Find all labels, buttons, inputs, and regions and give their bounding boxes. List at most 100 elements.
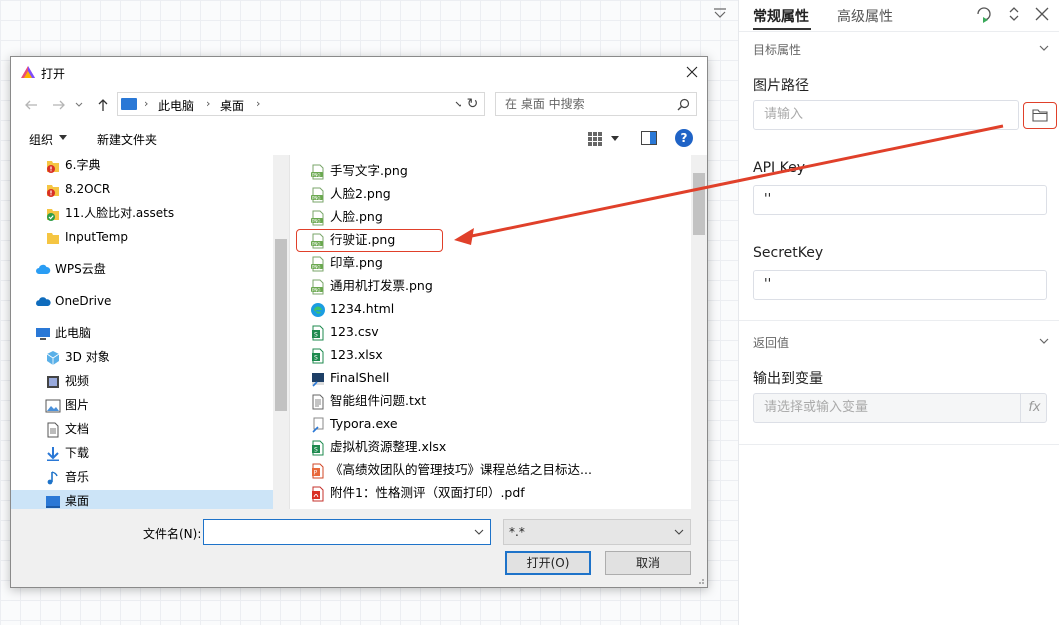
nav-item-label: 音乐	[65, 470, 90, 484]
breadcrumb-this-pc[interactable]: 此电脑	[158, 97, 194, 114]
nav-item-label: WPS云盘	[55, 262, 106, 276]
collapse-expand-icon[interactable]	[1005, 5, 1023, 23]
caret-down-icon[interactable]	[59, 135, 67, 141]
nav-item[interactable]: InputTemp	[11, 226, 273, 248]
file-name: 人脸2.png	[330, 186, 391, 201]
nav-item[interactable]: 此电脑	[11, 322, 273, 344]
3d-objects-icon	[45, 350, 61, 365]
csv-file-icon: S	[310, 325, 326, 341]
nav-item[interactable]: 3D 对象	[11, 346, 273, 368]
nav-item[interactable]: WPS云盘	[11, 258, 273, 280]
svg-text:PNG: PNG	[312, 264, 321, 269]
nav-item[interactable]: 音乐	[11, 466, 273, 488]
search-input[interactable]: 在 桌面 中搜索	[495, 92, 697, 116]
synced-folder-icon	[45, 206, 61, 221]
address-bar[interactable]: › 此电脑 › 桌面 ›	[117, 92, 471, 116]
computer-icon	[35, 326, 51, 340]
chevron-down-icon[interactable]	[1038, 335, 1050, 347]
nav-item-label: 文档	[65, 422, 90, 436]
close-icon[interactable]	[679, 59, 705, 85]
nav-item[interactable]: 视频	[11, 370, 273, 392]
close-panel-icon[interactable]	[1033, 5, 1051, 23]
xlsx-file-icon: S	[310, 348, 326, 364]
view-grid-icon[interactable]	[587, 131, 603, 147]
xlsx-file-icon: S	[310, 440, 326, 456]
dialog-title: 打开	[41, 67, 66, 81]
output-variable-label: 输出到变量	[753, 371, 823, 387]
organize-menu[interactable]: 组织	[29, 131, 53, 148]
return-section-title: 返回值	[753, 336, 790, 350]
properties-panel: 常规属性 高级属性 目标属性 图片路径 请输入 API Key '' Secre…	[738, 0, 1059, 625]
file-name: 1234.html	[330, 301, 395, 316]
nav-pane-scroll-thumb[interactable]	[275, 239, 287, 411]
preview-pane-icon[interactable]	[641, 131, 657, 145]
up-arrow-icon[interactable]	[95, 97, 111, 113]
output-variable-input[interactable]: 请选择或输入变量	[753, 393, 1047, 423]
chevron-down-icon[interactable]	[674, 528, 684, 536]
nav-item-label: 6.字典	[65, 158, 101, 172]
help-icon[interactable]: ?	[675, 129, 693, 147]
file-name: 人脸.png	[330, 209, 383, 224]
svg-text:S: S	[314, 355, 318, 362]
cloud-icon	[35, 262, 51, 276]
nav-item[interactable]: OneDrive	[11, 290, 273, 312]
pdf-file-icon	[310, 486, 326, 502]
section-divider	[739, 444, 1059, 445]
search-icon	[677, 98, 690, 111]
run-step-icon[interactable]	[975, 5, 993, 23]
nav-item[interactable]: 文档	[11, 418, 273, 440]
nav-item[interactable]: 6.字典	[11, 155, 273, 176]
folder-icon	[45, 230, 61, 244]
open-file-dialog: 打开 › 此电脑 › 桌面 › ↻ 在 桌面 中搜索 组织 新建文件夹 ? 6.…	[10, 56, 708, 588]
caret-down-icon[interactable]	[611, 136, 619, 142]
svg-text:PNG: PNG	[312, 195, 321, 200]
breadcrumb-separator: ›	[206, 97, 211, 110]
computer-icon	[121, 98, 137, 110]
secret-key-input[interactable]: ''	[753, 270, 1047, 300]
image-path-input[interactable]: 请输入	[753, 100, 1019, 130]
api-key-input[interactable]: ''	[753, 185, 1047, 215]
edge-html-icon	[310, 302, 326, 318]
tab-general-properties[interactable]: 常规属性	[753, 6, 809, 26]
file-name: FinalShell	[330, 370, 390, 385]
fx-formula-button[interactable]: fx	[1020, 394, 1048, 422]
breadcrumb-separator: ›	[144, 97, 149, 110]
chevron-down-icon[interactable]	[474, 528, 484, 536]
nav-item[interactable]: 图片	[11, 394, 273, 416]
back-arrow-icon[interactable]	[23, 97, 39, 113]
nav-item-label: 桌面	[65, 494, 90, 508]
file-name: 印章.png	[330, 255, 383, 270]
nav-item-label: 图片	[65, 398, 90, 412]
file-list-scroll-thumb[interactable]	[693, 173, 705, 235]
dialog-titlebar[interactable]: 打开	[11, 57, 707, 87]
navigation-bar: › 此电脑 › 桌面 › ↻ 在 桌面 中搜索	[11, 87, 707, 123]
chevron-down-icon[interactable]	[712, 6, 728, 20]
chevron-down-icon[interactable]	[1038, 42, 1050, 54]
nav-item[interactable]: 桌面	[11, 490, 273, 509]
tab-divider	[739, 31, 1059, 32]
svg-text:PNG: PNG	[312, 218, 321, 223]
nav-item[interactable]: 11.人脸比对.assets	[11, 202, 273, 224]
dialog-toolbar: 组织 新建文件夹 ?	[11, 123, 707, 156]
svg-text:S: S	[314, 447, 318, 454]
resize-grip-icon[interactable]	[695, 575, 705, 585]
recent-locations-chevron-icon[interactable]	[74, 97, 84, 113]
tab-advanced-properties[interactable]: 高级属性	[837, 6, 893, 26]
nav-item-label: 此电脑	[55, 326, 92, 340]
browse-folder-button[interactable]	[1023, 102, 1057, 129]
open-button[interactable]: 打开(O)	[505, 551, 591, 575]
forward-arrow-icon[interactable]	[51, 97, 67, 113]
api-key-label: API Key	[753, 160, 805, 176]
exe-file-icon	[310, 417, 326, 433]
cancel-button[interactable]: 取消	[605, 551, 691, 575]
new-folder-button[interactable]: 新建文件夹	[97, 131, 157, 148]
file-name: 智能组件问题.txt	[330, 393, 427, 408]
refresh-button[interactable]: ↻	[461, 92, 485, 116]
file-type-select[interactable]: *.*	[503, 519, 691, 545]
nav-item[interactable]: 8.2OCR	[11, 178, 273, 200]
breadcrumb-desktop[interactable]: 桌面	[220, 97, 244, 114]
nav-item[interactable]: 下载	[11, 442, 273, 464]
refresh-icon: ↻	[466, 96, 479, 112]
png-file-icon: PNG	[310, 210, 326, 226]
filename-input[interactable]	[203, 519, 491, 545]
